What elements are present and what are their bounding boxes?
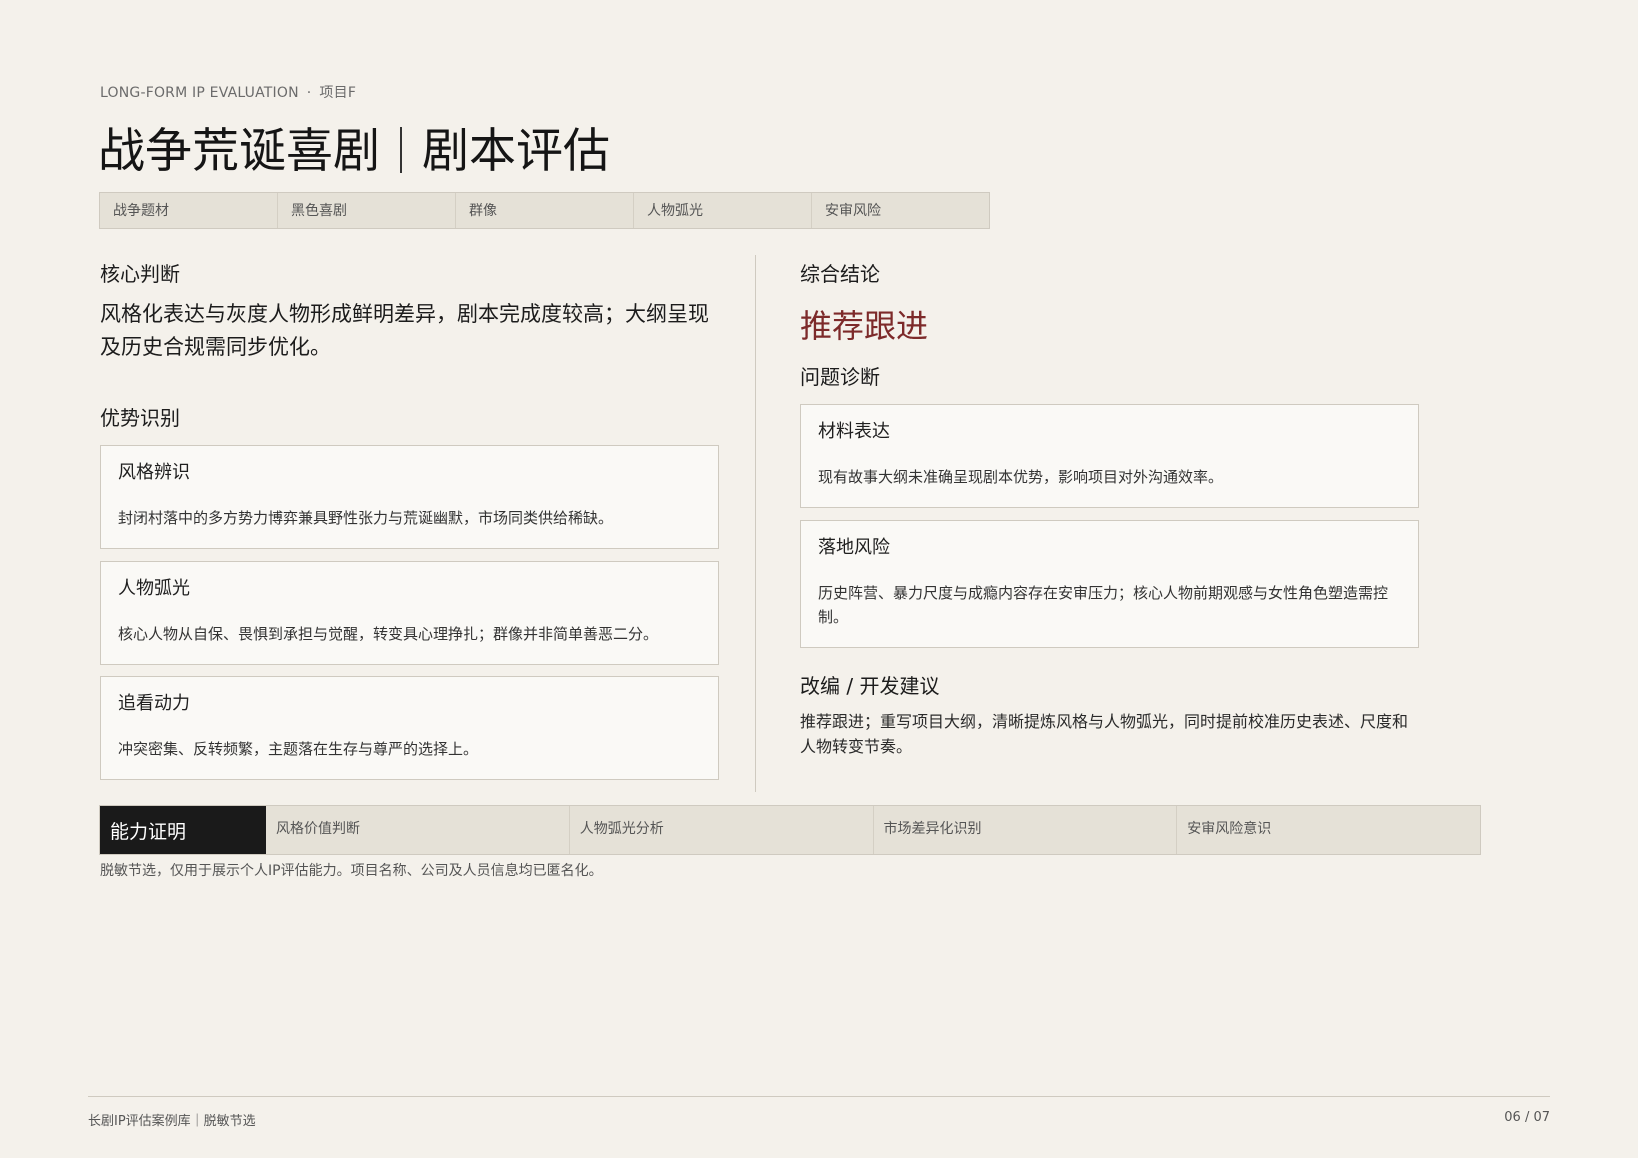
eyebrow-dot: · xyxy=(306,85,312,101)
core-heading: 核心判断 xyxy=(100,262,180,286)
card-title: 材料表达 xyxy=(818,421,890,442)
verdict: 推荐跟进 xyxy=(800,307,929,345)
footer-label: 长剧IP评估案例库｜脱敏节选 xyxy=(88,1114,256,1129)
diagnosis-heading: 问题诊断 xyxy=(800,365,880,389)
tag: 安审风险 xyxy=(825,203,881,219)
card-body: 历史阵营、暴力尺度与成瘾内容存在安审压力；核心人物前期观感与女性角色塑造需控制。 xyxy=(818,584,1389,626)
tag: 黑色喜剧 xyxy=(278,193,456,228)
title-sub: 剧本评估 xyxy=(422,124,610,179)
tag: 战争题材 xyxy=(100,193,278,228)
card-title: 人物弧光 xyxy=(118,578,190,599)
strength-card: 人物弧光 核心人物从自保、畏惧到承担与觉醒，转变具心理挣扎；群像并非简单善恶二分… xyxy=(100,561,719,665)
tag: 人物弧光 xyxy=(634,193,812,228)
advice-text: 推荐跟进；重写项目大纲，清晰提炼风格与人物弧光，同时提前校准历史表述、尺度和人物… xyxy=(800,712,1409,756)
proof-lead: 能力证明 xyxy=(100,806,266,854)
page-title: 战争荒诞喜剧 剧本评估 xyxy=(98,112,610,181)
card-body: 核心人物从自保、畏惧到承担与觉醒，转变具心理挣扎；群像并非简单善恶二分。 xyxy=(118,625,659,643)
proof-item: 市场差异化识别 xyxy=(874,806,1178,854)
proof-bar: 能力证明 风格价值判断 人物弧光分析 市场差异化识别 安审风险意识 xyxy=(99,805,1481,855)
card-body: 冲突密集、反转频繁，主题落在生存与尊严的选择上。 xyxy=(118,740,479,758)
proof-item: 安审风险意识 xyxy=(1187,821,1272,837)
diagnosis-card: 材料表达 现有故事大纲未准确呈现剧本优势，影响项目对外沟通效率。 xyxy=(800,404,1419,508)
conclusion-heading: 综合结论 xyxy=(800,262,880,286)
strength-card: 追看动力 冲突密集、反转频繁，主题落在生存与尊严的选择上。 xyxy=(100,676,719,780)
card-title: 追看动力 xyxy=(118,693,190,714)
eyebrow: LONG-FORM IP EVALUATION · 项目F xyxy=(100,82,356,102)
card-body: 现有故事大纲未准确呈现剧本优势，影响项目对外沟通效率。 xyxy=(818,468,1224,486)
card-body: 封闭村落中的多方势力博弈兼具野性张力与荒诞幽默，市场同类供给稀缺。 xyxy=(118,509,614,527)
right-column: 综合结论 推荐跟进 问题诊断 材料表达 现有故事大纲未准确呈现剧本优势，影响项目… xyxy=(800,258,1419,759)
tag-bar: 战争题材 黑色喜剧 群像 人物弧光 安审风险 xyxy=(99,192,990,229)
proof-item: 风格价值判断 xyxy=(266,806,570,854)
left-column: 核心判断 风格化表达与灰度人物形成鲜明差异，剧本完成度较高；大纲呈现及历史合规需… xyxy=(100,258,719,780)
tag: 群像 xyxy=(456,193,634,228)
page-number: 06 / 07 xyxy=(1504,1110,1550,1125)
proof-item: 人物弧光分析 xyxy=(570,806,874,854)
card-title: 落地风险 xyxy=(818,537,890,558)
eyebrow-label: LONG-FORM IP EVALUATION xyxy=(100,85,299,101)
strength-card: 风格辨识 封闭村落中的多方势力博弈兼具野性张力与荒诞幽默，市场同类供给稀缺。 xyxy=(100,445,719,549)
project-label: 项目F xyxy=(319,85,357,101)
strengths-heading: 优势识别 xyxy=(100,406,180,430)
disclaimer-note: 脱敏节选，仅用于展示个人IP评估能力。项目名称、公司及人员信息均已匿名化。 xyxy=(100,863,603,879)
card-title: 风格辨识 xyxy=(118,462,190,483)
core-text: 风格化表达与灰度人物形成鲜明差异，剧本完成度较高；大纲呈现及历史合规需同步优化。 xyxy=(100,302,709,359)
footer-divider xyxy=(88,1096,1550,1097)
advice-heading: 改编 / 开发建议 xyxy=(800,674,940,698)
diagnosis-card: 落地风险 历史阵营、暴力尺度与成瘾内容存在安审压力；核心人物前期观感与女性角色塑… xyxy=(800,520,1419,648)
column-divider xyxy=(755,255,756,792)
title-main: 战争荒诞喜剧 xyxy=(98,124,380,179)
title-separator xyxy=(400,127,402,173)
